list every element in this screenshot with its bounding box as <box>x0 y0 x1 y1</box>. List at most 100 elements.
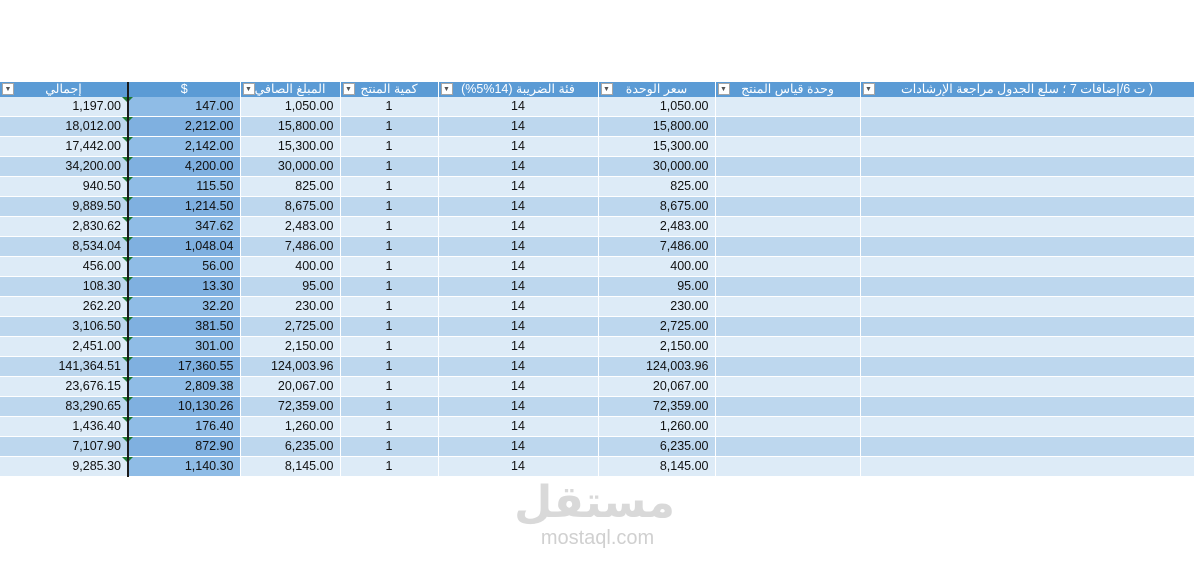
table-cell[interactable]: 13.30 <box>127 276 241 297</box>
table-cell[interactable]: 1 <box>340 356 439 377</box>
table-cell[interactable]: 2,830.62 <box>0 216 129 237</box>
column-header-7[interactable]: ▼ ت 6/إضافات 7 ؛ سلع الجدول مراجعة الإرشا… <box>860 82 1194 97</box>
table-cell[interactable]: 30,000.00 <box>598 156 716 177</box>
table-cell[interactable]: 2,725.00 <box>598 316 716 337</box>
table-cell[interactable]: 1,197.00 <box>0 97 129 117</box>
table-cell[interactable]: 1 <box>340 116 439 137</box>
table-cell[interactable]: 2,809.38 <box>127 376 241 397</box>
table-cell[interactable]: 7,486.00 <box>598 236 716 257</box>
column-header-5[interactable]: ▼ سعر الوحدة <box>598 82 716 97</box>
column-header-0[interactable]: ▼ إجمالي <box>0 82 129 97</box>
filter-dropdown-icon[interactable]: ▼ <box>440 83 453 95</box>
table-cell[interactable]: 6,235.00 <box>598 436 716 457</box>
table-cell[interactable]: 14 <box>438 436 599 457</box>
table-cell[interactable]: 2,483.00 <box>598 216 716 237</box>
table-cell[interactable]: 3,106.50 <box>0 316 129 337</box>
table-cell[interactable] <box>860 196 1194 217</box>
table-cell[interactable]: 2,725.00 <box>240 316 341 337</box>
table-cell[interactable]: 940.50 <box>0 176 129 197</box>
table-cell[interactable]: 95.00 <box>598 276 716 297</box>
table-cell[interactable]: 176.40 <box>127 416 241 437</box>
table-cell[interactable]: 30,000.00 <box>240 156 341 177</box>
table-cell[interactable]: 1 <box>340 316 439 337</box>
table-cell[interactable]: 1 <box>340 336 439 357</box>
table-cell[interactable]: 108.30 <box>0 276 129 297</box>
table-cell[interactable]: 14 <box>438 256 599 277</box>
table-cell[interactable]: 4,200.00 <box>127 156 241 177</box>
column-header-3[interactable]: ▼ كمية المنتج <box>340 82 439 97</box>
table-cell[interactable]: 2,150.00 <box>598 336 716 357</box>
table-cell[interactable] <box>860 336 1194 357</box>
table-cell[interactable]: 8,145.00 <box>240 456 341 477</box>
table-cell[interactable]: 72,359.00 <box>598 396 716 417</box>
table-cell[interactable] <box>715 336 861 357</box>
table-cell[interactable]: 381.50 <box>127 316 241 337</box>
table-cell[interactable]: 14 <box>438 136 599 157</box>
table-cell[interactable]: 147.00 <box>127 97 241 117</box>
table-cell[interactable]: 14 <box>438 196 599 217</box>
table-cell[interactable]: 8,675.00 <box>240 196 341 217</box>
table-cell[interactable] <box>860 436 1194 457</box>
table-cell[interactable]: 400.00 <box>240 256 341 277</box>
table-cell[interactable]: 1 <box>340 176 439 197</box>
table-cell[interactable] <box>860 416 1194 437</box>
table-cell[interactable]: 17,360.55 <box>127 356 241 377</box>
table-cell[interactable]: 34,200.00 <box>0 156 129 177</box>
column-header-4[interactable]: ▼ فئة الضريبة (14%5%) <box>438 82 599 97</box>
table-cell[interactable]: 14 <box>438 236 599 257</box>
table-cell[interactable]: 1,048.04 <box>127 236 241 257</box>
table-cell[interactable]: 1 <box>340 256 439 277</box>
table-cell[interactable]: 1 <box>340 196 439 217</box>
table-cell[interactable] <box>715 236 861 257</box>
table-cell[interactable] <box>715 376 861 397</box>
table-cell[interactable]: 1,260.00 <box>240 416 341 437</box>
table-cell[interactable]: 8,534.04 <box>0 236 129 257</box>
table-cell[interactable]: 1 <box>340 136 439 157</box>
table-cell[interactable]: 1 <box>340 456 439 477</box>
table-cell[interactable]: 124,003.96 <box>598 356 716 377</box>
table-cell[interactable]: 20,067.00 <box>240 376 341 397</box>
table-cell[interactable]: 14 <box>438 296 599 317</box>
table-cell[interactable]: 9,285.30 <box>0 456 129 477</box>
table-cell[interactable]: 14 <box>438 116 599 137</box>
table-cell[interactable]: 14 <box>438 336 599 357</box>
table-cell[interactable] <box>860 116 1194 137</box>
table-cell[interactable]: 56.00 <box>127 256 241 277</box>
table-cell[interactable]: 115.50 <box>127 176 241 197</box>
table-cell[interactable]: 1,260.00 <box>598 416 716 437</box>
table-cell[interactable]: 262.20 <box>0 296 129 317</box>
table-cell[interactable]: 1,436.40 <box>0 416 129 437</box>
filter-dropdown-icon[interactable]: ▼ <box>342 83 355 95</box>
table-cell[interactable]: 1,140.30 <box>127 456 241 477</box>
table-cell[interactable] <box>860 97 1194 117</box>
table-cell[interactable]: 95.00 <box>240 276 341 297</box>
table-cell[interactable]: 1 <box>340 156 439 177</box>
filter-dropdown-icon[interactable]: ▼ <box>600 83 613 95</box>
filter-dropdown-icon[interactable]: ▼ <box>2 83 14 95</box>
table-cell[interactable]: 1 <box>340 276 439 297</box>
table-cell[interactable]: 825.00 <box>240 176 341 197</box>
table-cell[interactable]: 1 <box>340 416 439 437</box>
table-cell[interactable]: 14 <box>438 316 599 337</box>
table-cell[interactable]: 14 <box>438 276 599 297</box>
table-cell[interactable]: 141,364.51 <box>0 356 129 377</box>
filter-dropdown-icon[interactable]: ▼ <box>717 83 730 95</box>
table-cell[interactable] <box>715 416 861 437</box>
table-cell[interactable]: 9,889.50 <box>0 196 129 217</box>
table-cell[interactable] <box>860 296 1194 317</box>
table-cell[interactable]: 7,486.00 <box>240 236 341 257</box>
table-cell[interactable]: 14 <box>438 416 599 437</box>
table-cell[interactable]: 6,235.00 <box>240 436 341 457</box>
table-cell[interactable]: 72,359.00 <box>240 396 341 417</box>
table-cell[interactable]: 15,800.00 <box>598 116 716 137</box>
table-cell[interactable]: 825.00 <box>598 176 716 197</box>
table-cell[interactable]: 1,214.50 <box>127 196 241 217</box>
table-cell[interactable] <box>860 376 1194 397</box>
table-cell[interactable] <box>860 396 1194 417</box>
table-cell[interactable]: 23,676.15 <box>0 376 129 397</box>
table-cell[interactable]: 17,442.00 <box>0 136 129 157</box>
table-cell[interactable]: 2,451.00 <box>0 336 129 357</box>
table-cell[interactable] <box>715 136 861 157</box>
table-cell[interactable]: 14 <box>438 376 599 397</box>
table-cell[interactable] <box>715 396 861 417</box>
